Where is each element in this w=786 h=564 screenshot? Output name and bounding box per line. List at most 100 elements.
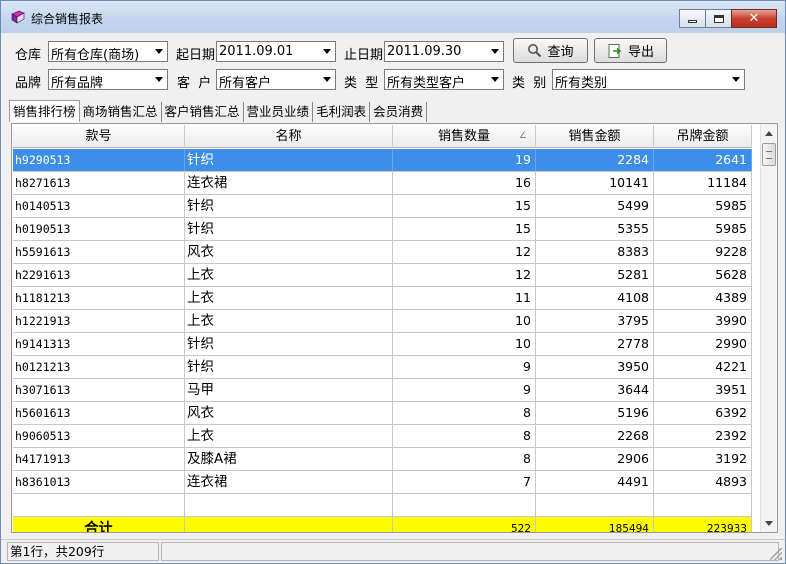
column-header-style-no[interactable]: 款号 — [13, 125, 185, 148]
tag-amount-cell: 5985 — [654, 195, 752, 217]
tab-salesperson-performance[interactable]: 营业员业绩 — [244, 102, 314, 122]
category-select[interactable]: 所有类别 — [552, 69, 745, 91]
start-date-label: 起日期 — [176, 48, 216, 63]
category-label: 类 别 — [512, 76, 547, 91]
query-label: 查询 — [547, 45, 574, 60]
table-row[interactable]: h9290513 针织 19 2284 2641 — [13, 149, 752, 172]
sales-amount-cell: 2778 — [536, 333, 654, 355]
quantity-cell: 8 — [393, 402, 536, 424]
vertical-scrollbar[interactable] — [760, 124, 777, 532]
name-cell: 上衣 — [185, 425, 393, 447]
style-no-cell: h8361013 — [13, 471, 185, 493]
sales-amount-cell: 5499 — [536, 195, 654, 217]
style-no-cell: h9141313 — [13, 333, 185, 355]
export-label: 导出 — [627, 45, 654, 60]
table-row[interactable]: h0190513 针织 15 5355 5985 — [13, 218, 752, 241]
type-label: 类 型 — [344, 76, 379, 91]
quantity-cell — [393, 494, 536, 516]
tab-gross-profit[interactable]: 毛利润表 — [313, 102, 371, 122]
style-no-cell: h0140513 — [13, 195, 185, 217]
chevron-down-icon[interactable] — [318, 42, 335, 61]
column-header-sales-amount[interactable]: 销售金额 — [536, 125, 654, 148]
status-bar: 第1行，共209行 — [1, 539, 785, 563]
chevron-down-icon[interactable] — [318, 70, 335, 89]
name-cell: 上衣 — [185, 287, 393, 309]
sales-amount-cell: 3950 — [536, 356, 654, 378]
query-button[interactable]: 查询 — [513, 38, 588, 63]
close-button[interactable]: ✕ — [731, 9, 777, 28]
quantity-header-label: 销售数量 — [437, 129, 490, 144]
table-row[interactable]: h3071613 马甲 9 3644 3951 — [13, 379, 752, 402]
tab-mall-summary[interactable]: 商场销售汇总 — [80, 102, 162, 122]
export-icon — [608, 43, 622, 58]
tab-member-consumption[interactable]: 会员消费 — [370, 102, 428, 122]
export-button[interactable]: 导出 — [594, 38, 667, 63]
minimize-button[interactable] — [679, 9, 706, 28]
warehouse-value: 所有仓库(商场) — [51, 48, 140, 63]
name-cell — [185, 494, 393, 516]
resize-grip-icon[interactable] — [770, 548, 782, 560]
table-row[interactable]: h2291613 上衣 12 5281 5628 — [13, 264, 752, 287]
table-row[interactable]: h9060513 上衣 8 2268 2392 — [13, 425, 752, 448]
name-cell: 上衣 — [185, 264, 393, 286]
quantity-cell: 19 — [393, 149, 536, 171]
scroll-up-icon[interactable] — [761, 125, 777, 141]
column-header-tag-amount[interactable]: 吊牌金额 — [654, 125, 752, 148]
scroll-down-icon[interactable] — [761, 515, 777, 531]
sales-amount-cell: 2284 — [536, 149, 654, 171]
column-header-quantity[interactable]: 销售数量 ∠ — [393, 125, 536, 148]
quantity-cell: 7 — [393, 471, 536, 493]
chevron-down-icon[interactable] — [727, 70, 744, 89]
quantity-cell: 8 — [393, 448, 536, 470]
name-cell: 针织 — [185, 195, 393, 217]
table-row[interactable]: h8361013 连衣裙 7 4491 4893 — [13, 471, 752, 494]
tab-sales-ranking[interactable]: 销售排行榜 — [9, 100, 80, 122]
search-icon — [528, 44, 542, 58]
column-header-name[interactable]: 名称 — [185, 125, 393, 148]
table-row[interactable]: h4171913 及膝A裙 8 2906 3192 — [13, 448, 752, 471]
style-no-cell: h5601613 — [13, 402, 185, 424]
name-cell: 风衣 — [185, 402, 393, 424]
customer-type-select[interactable]: 所有类型客户 — [384, 69, 504, 91]
table-header: 款号 名称 销售数量 ∠ 销售金额 吊牌金额 — [13, 125, 752, 148]
table-row[interactable]: h8271613 连衣裙 16 10141 11184 — [13, 172, 752, 195]
start-date-picker[interactable]: 2011.09.01 — [216, 41, 336, 62]
tag-amount-cell: 5628 — [654, 264, 752, 286]
customer-value: 所有客户 — [219, 76, 272, 91]
table-row[interactable]: h5601613 风衣 8 5196 6392 — [13, 402, 752, 425]
sales-amount-cell: 4491 — [536, 471, 654, 493]
tab-customer-summary[interactable]: 客户销售汇总 — [162, 102, 244, 122]
tag-amount-cell: 3990 — [654, 310, 752, 332]
tag-amount-cell: 4893 — [654, 471, 752, 493]
name-cell: 针织 — [185, 149, 393, 171]
chevron-down-icon[interactable] — [150, 70, 167, 89]
sales-amount-cell: 10141 — [536, 172, 654, 194]
end-date-picker[interactable]: 2011.09.30 — [384, 41, 504, 62]
brand-select[interactable]: 所有品牌 — [48, 69, 168, 91]
table-row[interactable]: h1221913 上衣 10 3795 3990 — [13, 310, 752, 333]
quantity-cell: 15 — [393, 218, 536, 240]
tag-amount-cell: 4221 — [654, 356, 752, 378]
chevron-down-icon[interactable] — [486, 70, 503, 89]
tag-amount-cell: 4389 — [654, 287, 752, 309]
style-no-cell: h0121213 — [13, 356, 185, 378]
warehouse-select[interactable]: 所有仓库(商场) — [48, 41, 168, 63]
books-app-icon — [11, 10, 25, 24]
name-cell: 上衣 — [185, 310, 393, 332]
total-quantity: 522 — [393, 517, 536, 532]
table-row[interactable]: h0121213 针织 9 3950 4221 — [13, 356, 752, 379]
maximize-button[interactable] — [705, 9, 732, 28]
style-no-cell: h8271613 — [13, 172, 185, 194]
table-row[interactable]: h5591613 风衣 12 8383 9228 — [13, 241, 752, 264]
title-bar[interactable]: 综合销售报表 ✕ — [1, 1, 785, 33]
table-row[interactable]: h9141313 针织 10 2778 2990 — [13, 333, 752, 356]
scroll-thumb[interactable] — [762, 143, 776, 166]
chevron-down-icon[interactable] — [150, 42, 167, 61]
customer-select[interactable]: 所有客户 — [216, 69, 336, 91]
empty-row[interactable] — [13, 494, 752, 517]
table-row[interactable]: h0140513 针织 15 5499 5985 — [13, 195, 752, 218]
row-count-status: 第1行，共209行 — [7, 542, 159, 561]
name-cell: 针织 — [185, 333, 393, 355]
table-row[interactable]: h1181213 上衣 11 4108 4389 — [13, 287, 752, 310]
chevron-down-icon[interactable] — [486, 42, 503, 61]
